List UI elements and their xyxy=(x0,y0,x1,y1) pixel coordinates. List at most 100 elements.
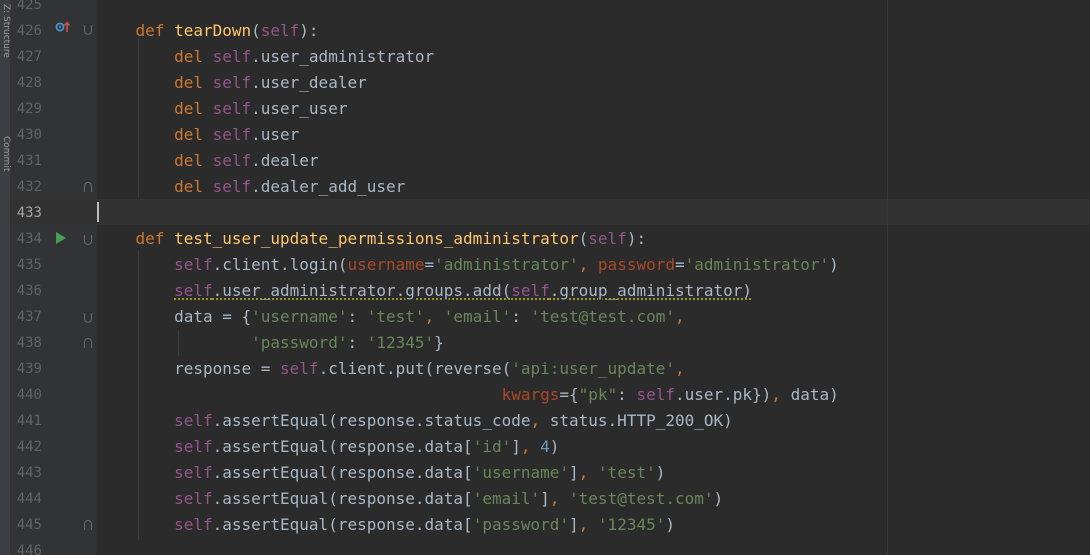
code-token: .assertEqual(response.data[ xyxy=(212,437,473,456)
code-text[interactable]: self.assertEqual(response.data['id'], 4) xyxy=(97,434,559,460)
code-line[interactable]: 427 del self.user_administrator xyxy=(0,44,1090,70)
code-text[interactable]: self.assertEqual(response.data['password… xyxy=(97,512,675,538)
code-line[interactable]: 442 self.assertEqual(response.data['id']… xyxy=(0,434,1090,460)
code-text[interactable]: self.client.login(username='administrato… xyxy=(97,252,839,278)
code-token: 'test@test.com' xyxy=(569,489,714,508)
code-text[interactable]: del self.user_user xyxy=(97,96,347,122)
code-token: ] xyxy=(540,489,550,508)
fold-marker-icon[interactable] xyxy=(84,313,92,323)
code-token: del xyxy=(174,125,213,144)
code-token: .dealer_add_user xyxy=(251,177,406,196)
code-token: .assertEqual(response.data[ xyxy=(212,515,473,534)
code-token: .user_dealer xyxy=(251,73,367,92)
line-number: 429 xyxy=(16,101,42,117)
code-token: 'administrator' xyxy=(434,255,579,274)
code-text[interactable]: del self.dealer_add_user xyxy=(97,174,405,200)
code-line[interactable]: 443 self.assertEqual(response.data['user… xyxy=(0,460,1090,486)
code-token: response = xyxy=(97,359,281,378)
code-text[interactable]: del self.user xyxy=(97,122,299,148)
code-line[interactable]: 437 data = {'username': 'test', 'email':… xyxy=(0,304,1090,330)
fold-marker-icon[interactable] xyxy=(84,338,92,348)
code-text[interactable]: def tearDown(self): xyxy=(97,18,319,44)
code-line[interactable]: 428 del self.user_dealer xyxy=(0,70,1090,96)
code-line[interactable]: 429 del self.user_user xyxy=(0,96,1090,122)
run-test-icon[interactable] xyxy=(55,231,67,245)
code-line[interactable]: 438 'password': '12345'} xyxy=(0,330,1090,356)
line-number: 434 xyxy=(16,231,42,247)
code-line[interactable]: 433 xyxy=(0,200,1090,226)
code-text[interactable]: response = self.client.put(reverse('api:… xyxy=(97,356,685,382)
line-number: 439 xyxy=(16,361,42,377)
code-line[interactable]: 446 xyxy=(0,538,1090,555)
code-text[interactable]: data = {'username': 'test', 'email': 'te… xyxy=(97,304,685,330)
code-token: '12345' xyxy=(366,333,435,352)
code-token: ) xyxy=(549,437,560,456)
code-line[interactable]: 434 def test_user_update_permissions_adm… xyxy=(0,226,1090,252)
code-text[interactable]: del self.user_administrator xyxy=(97,44,434,70)
line-number: 426 xyxy=(16,23,42,39)
code-token: .group_administrator) xyxy=(549,281,753,300)
code-line[interactable]: 431 del self.dealer xyxy=(0,148,1090,174)
code-text[interactable]: del self.dealer xyxy=(97,148,319,174)
line-number: 443 xyxy=(16,465,42,481)
override-up-arrow-icon[interactable] xyxy=(55,20,71,34)
code-token: 'test' xyxy=(597,463,656,482)
fold-marker-icon[interactable] xyxy=(84,25,92,35)
line-number: 431 xyxy=(16,153,42,169)
code-token: , xyxy=(578,515,598,534)
code-token: username xyxy=(347,255,425,274)
code-text[interactable]: self.assertEqual(response.data['username… xyxy=(97,460,665,486)
line-number: 436 xyxy=(16,283,42,299)
code-token: kwargs xyxy=(501,385,560,404)
code-line[interactable]: 425 xyxy=(0,0,1090,18)
code-token: self xyxy=(174,463,213,482)
code-token: 'administrator' xyxy=(684,255,830,274)
code-text[interactable]: self.user_administrator.groups.add(self.… xyxy=(97,278,752,304)
code-token: : xyxy=(511,307,531,326)
code-line[interactable]: 439 response = self.client.put(reverse('… xyxy=(0,356,1090,382)
fold-marker-icon[interactable] xyxy=(84,520,92,530)
code-token: 'email' xyxy=(472,489,541,508)
code-text[interactable]: self.assertEqual(response.status_code, s… xyxy=(97,408,733,434)
code-text[interactable]: 'password': '12345'} xyxy=(97,330,444,356)
code-token: '12345' xyxy=(597,515,666,534)
code-line[interactable]: 440 kwargs={"pk": self.user.pk}), data) xyxy=(0,382,1090,408)
code-line[interactable]: 426 def tearDown(self): xyxy=(0,18,1090,44)
code-token: .user.pk}) xyxy=(674,385,772,404)
code-token: : xyxy=(347,307,367,326)
code-token: ] xyxy=(569,515,579,534)
line-number: 425 xyxy=(16,0,42,13)
code-line[interactable]: 445 self.assertEqual(response.data['pass… xyxy=(0,512,1090,538)
code-line[interactable]: 435 self.client.login(username='administ… xyxy=(0,252,1090,278)
code-token: } xyxy=(434,333,444,352)
code-line[interactable]: 432 del self.dealer_add_user xyxy=(0,174,1090,200)
code-token: self xyxy=(212,99,252,118)
fold-marker-icon[interactable] xyxy=(84,235,92,245)
code-token: .user xyxy=(251,125,300,144)
fold-marker-icon[interactable] xyxy=(84,182,92,192)
code-token: = xyxy=(424,255,435,274)
code-line[interactable]: 441 self.assertEqual(response.status_cod… xyxy=(0,408,1090,434)
code-editor[interactable]: Z: Structure Commit 425 426 def tearDown(… xyxy=(0,0,1090,555)
code-token: , xyxy=(549,489,570,508)
code-line[interactable]: 430 del self.user xyxy=(0,122,1090,148)
code-text[interactable]: kwargs={"pk": self.user.pk}), data) xyxy=(97,382,839,408)
code-text[interactable]: del self.user_dealer xyxy=(97,70,367,96)
code-token: self xyxy=(212,73,252,92)
line-number: 428 xyxy=(16,75,42,91)
code-token: self xyxy=(636,385,675,404)
code-line[interactable]: 436 self.user_administrator.groups.add(s… xyxy=(0,278,1090,304)
code-token: ] xyxy=(511,437,521,456)
code-line[interactable]: 444 self.assertEqual(response.data['emai… xyxy=(0,486,1090,512)
code-token: ( xyxy=(251,21,261,40)
code-text[interactable]: self.assertEqual(response.data['email'],… xyxy=(97,486,723,512)
code-token: ): xyxy=(299,21,319,40)
line-number: 430 xyxy=(16,127,42,143)
code-text[interactable]: def test_user_update_permissions_adminis… xyxy=(97,226,647,252)
